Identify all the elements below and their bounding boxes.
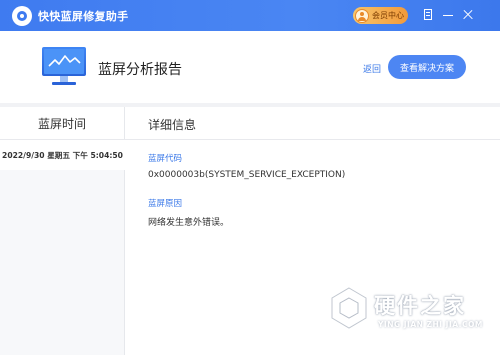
app-title: 快快蓝屏修复助手	[38, 10, 129, 23]
minimize-icon[interactable]	[441, 8, 455, 22]
monitor-icon	[42, 47, 86, 85]
bsod-code-value: 0x0000003b(SYSTEM_SERVICE_EXCEPTION)	[148, 170, 346, 180]
feedback-icon[interactable]	[421, 8, 435, 22]
bsod-time-header: 蓝屏时间	[0, 107, 125, 139]
close-icon[interactable]	[461, 8, 475, 22]
bsod-reason-label: 蓝屏原因	[148, 199, 183, 209]
bsod-time-list: 2022/9/30 星期五 下午 5:04:50	[0, 140, 125, 355]
title-bar: 快快蓝屏修复助手 会员中心	[0, 0, 500, 31]
watermark-logo-icon	[330, 286, 368, 330]
bsod-code-label: 蓝屏代码	[148, 154, 183, 164]
bsod-time-value: 2022/9/30 星期五 下午 5:04:50	[2, 150, 123, 160]
list-item[interactable]: 2022/9/30 星期五 下午 5:04:50	[0, 140, 125, 170]
watermark: 硬件之家 YING JIAN ZHI JIA.COM	[330, 286, 500, 355]
app-logo-icon	[12, 6, 32, 26]
watermark-subtitle: YING JIAN ZHI JIA.COM	[378, 320, 483, 329]
page-title: 蓝屏分析报告	[98, 62, 182, 78]
user-avatar-icon	[355, 8, 369, 23]
watermark-title: 硬件之家	[374, 294, 466, 318]
view-solution-button[interactable]: 查看解决方案	[388, 55, 466, 79]
details-header: 详细信息	[148, 118, 197, 132]
bsod-reason-value: 网络发生意外错误。	[148, 218, 230, 228]
report-header: 蓝屏分析报告 返回 查看解决方案	[0, 31, 500, 103]
vip-center-label: 会员中心	[372, 11, 404, 20]
vip-center-button[interactable]: 会员中心	[353, 7, 408, 24]
back-link[interactable]: 返回	[363, 62, 381, 75]
